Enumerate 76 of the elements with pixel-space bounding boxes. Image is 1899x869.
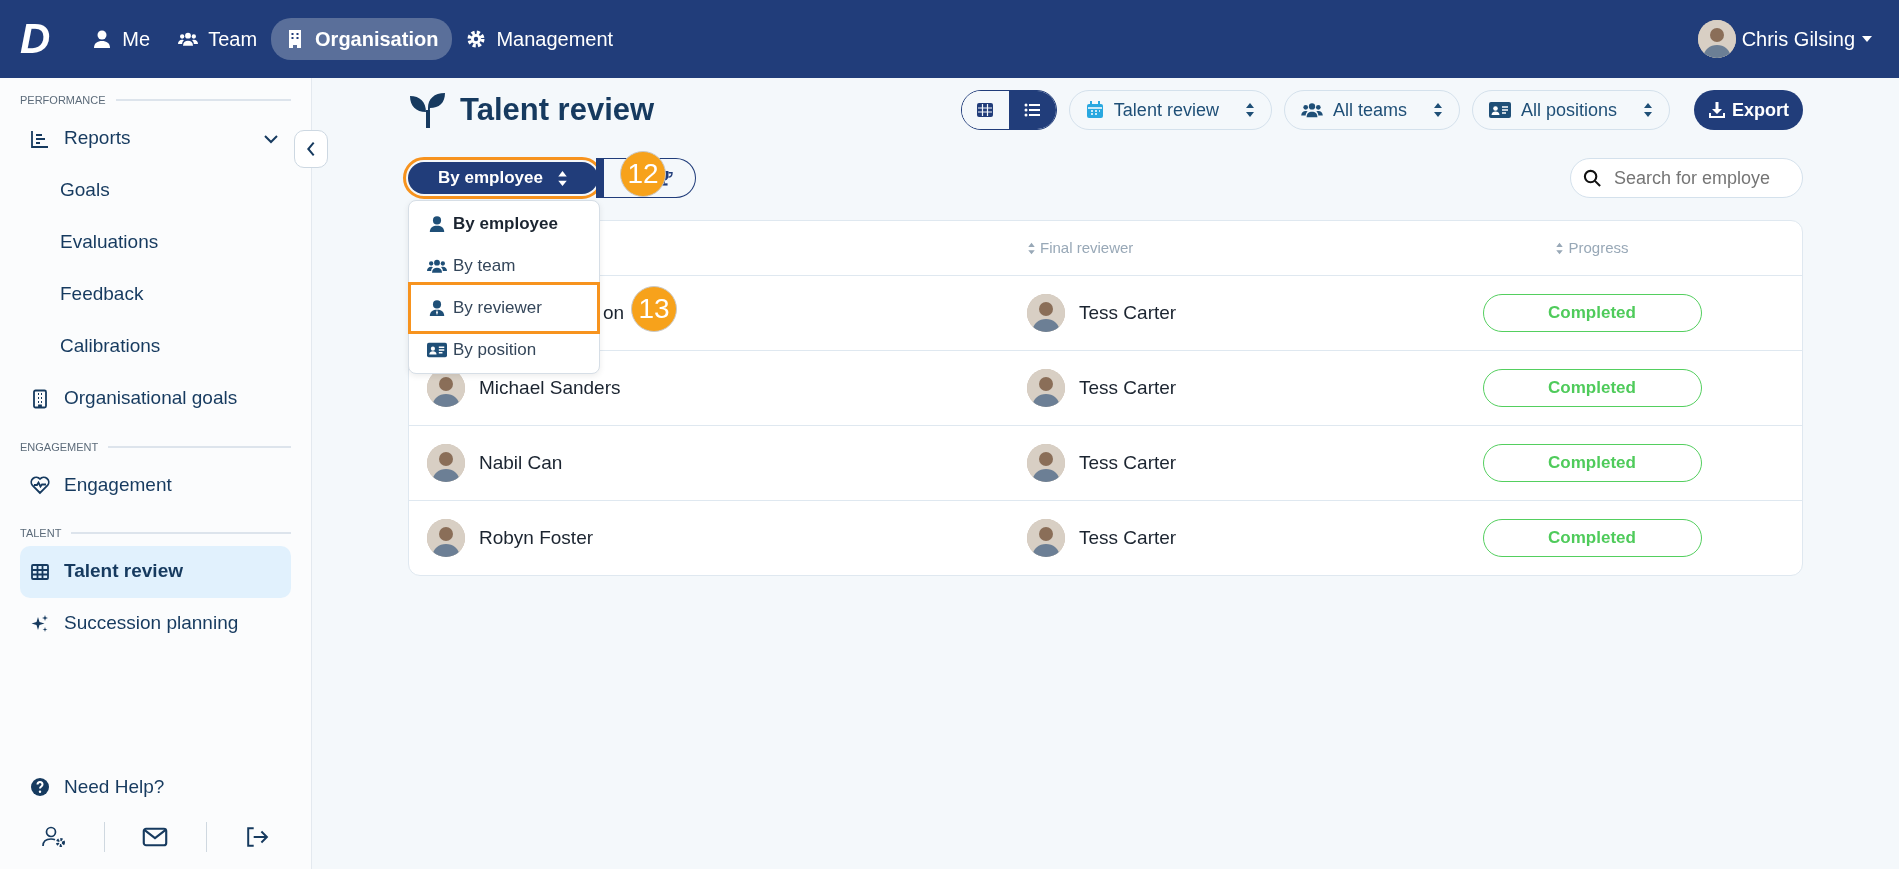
section-label: TALENT: [20, 525, 291, 542]
people-icon: [427, 257, 447, 275]
sidebar-item[interactable]: Goals: [20, 164, 291, 217]
help-link[interactable]: Need Help?: [20, 761, 291, 813]
sidebar-item[interactable]: Evaluations: [20, 216, 291, 269]
sidebar-item[interactable]: Organisational goals: [20, 372, 291, 425]
chart-icon: [30, 128, 50, 149]
download-icon: [1708, 101, 1726, 119]
collapse-button[interactable]: [294, 130, 328, 168]
sort-icon: [1432, 102, 1443, 118]
heart-pulse-icon: [30, 475, 50, 495]
nav-tab[interactable]: Team: [164, 18, 272, 60]
sprout-icon: [408, 90, 448, 130]
nav-tab[interactable]: Me: [78, 18, 165, 60]
sidebar-item[interactable]: Reports: [20, 112, 291, 165]
user-icon: [92, 29, 113, 49]
user-menu[interactable]: Chris Gilsing: [1691, 19, 1879, 59]
reviewer-name: Tess Carter: [1079, 375, 1177, 400]
sidebar-item[interactable]: Engagement: [20, 459, 291, 511]
employee-name: Michael Sanders: [479, 375, 621, 400]
nav-tab[interactable]: Organisation: [271, 18, 453, 60]
avatar: [1027, 519, 1065, 557]
nav-tab[interactable]: Management: [452, 18, 628, 60]
employee-name: Nabil Can: [479, 450, 563, 475]
sort-icon: [1027, 241, 1036, 255]
menu-item[interactable]: By position: [413, 329, 595, 371]
reviewer-icon: [427, 299, 447, 317]
id-card-icon: [1488, 102, 1511, 118]
filter-select[interactable]: All teams: [1283, 90, 1460, 130]
help-icon: [30, 777, 50, 797]
avatar: [427, 444, 465, 482]
grid-icon: [30, 561, 50, 582]
export-button[interactable]: Export: [1694, 90, 1803, 130]
building-icon: [30, 388, 50, 409]
mail-icon: [142, 826, 169, 848]
reviewer-name: Tess Carter: [1079, 450, 1177, 475]
reviewer-name: Tess Carter: [1079, 525, 1177, 550]
people-icon: [1300, 101, 1323, 119]
section-label: ENGAGEMENT: [20, 438, 291, 455]
menu-item[interactable]: By reviewer: [413, 287, 595, 329]
employee-name: Robyn Foster: [479, 525, 594, 550]
calendar-icon: [1085, 101, 1104, 119]
caret-icon: [1861, 35, 1873, 43]
chevron-left-icon: [305, 140, 317, 158]
user-icon: [427, 215, 447, 233]
sort-icon: [556, 169, 568, 187]
employee-name: on: [603, 300, 625, 325]
grid-icon: [977, 103, 994, 117]
settings-icon: [466, 29, 487, 49]
search-box[interactable]: Search for employe: [1570, 158, 1803, 198]
avatar: [1027, 444, 1065, 482]
avatar: [1027, 294, 1065, 332]
menu-item[interactable]: By team: [413, 245, 595, 287]
sidebar-item[interactable]: Talent review: [20, 545, 291, 598]
sidebar-item[interactable]: Feedback: [20, 268, 291, 321]
sort-icon: [1555, 241, 1565, 255]
sort-icon: [1244, 102, 1255, 118]
id-card-icon: [427, 341, 447, 359]
list-view-button[interactable]: [1008, 91, 1056, 129]
sidebar-item[interactable]: Calibrations: [20, 320, 291, 373]
menu-item[interactable]: By employee: [413, 203, 595, 245]
sort-icon: [1643, 102, 1653, 118]
logo[interactable]: D: [20, 18, 49, 60]
page-title: Talent review: [460, 91, 655, 129]
filter-select[interactable]: Talent review: [1068, 90, 1272, 130]
section-label: PERFORMANCE: [20, 92, 291, 109]
avatar: [427, 519, 465, 557]
avatar: [1697, 20, 1736, 58]
reviewer-name: Tess Carter: [1079, 300, 1177, 325]
list-icon: [1024, 103, 1041, 117]
search-icon: [1583, 168, 1602, 188]
filter-select[interactable]: All positions: [1471, 90, 1670, 130]
search-field[interactable]: Search for employe: [1612, 163, 1792, 193]
user-settings-icon: [41, 826, 68, 848]
avatar: [1027, 369, 1065, 407]
sidebar-item[interactable]: Succession planning: [20, 597, 291, 650]
